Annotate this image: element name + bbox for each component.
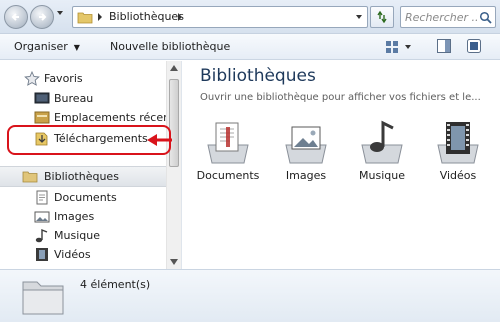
nav-item-music[interactable]: Musique bbox=[0, 226, 168, 245]
back-button[interactable] bbox=[4, 5, 28, 29]
chevron-right-icon[interactable] bbox=[175, 11, 185, 23]
page-subtitle: Ouvrir une bibliothèque pour afficher vo… bbox=[200, 92, 481, 103]
organize-menu[interactable]: Organiser ▼ bbox=[14, 39, 80, 55]
recent-places-icon bbox=[34, 111, 50, 124]
address-field[interactable]: Bibliothèques bbox=[72, 6, 368, 28]
search-input[interactable] bbox=[405, 10, 477, 25]
music-library-icon bbox=[361, 120, 403, 164]
chevron-right-icon[interactable] bbox=[95, 11, 105, 23]
nav-item-music-label: Musique bbox=[54, 229, 100, 242]
new-library-label: Nouvelle bibliothèque bbox=[110, 40, 231, 53]
refresh-icon bbox=[377, 10, 387, 24]
library-tile-videos[interactable]: Vidéos bbox=[424, 119, 492, 185]
library-tile-images-label: Images bbox=[285, 169, 327, 182]
favorites-label: Favoris bbox=[44, 72, 83, 85]
music-icon bbox=[35, 228, 48, 243]
folder-icon bbox=[77, 12, 93, 24]
library-tile-images[interactable]: Images bbox=[272, 119, 340, 185]
command-bar: Organiser ▼ Nouvelle bibliothèque bbox=[0, 34, 500, 60]
search-icon[interactable] bbox=[479, 11, 492, 24]
page-title: Bibliothèques bbox=[200, 66, 316, 86]
content-pane: Bibliothèques Ouvrir une bibliothèque po… bbox=[182, 61, 500, 269]
item-count: 4 élément(s) bbox=[80, 278, 151, 291]
refresh-button[interactable] bbox=[370, 6, 394, 28]
nav-item-desktop-label: Bureau bbox=[54, 92, 94, 105]
scroll-down-icon[interactable] bbox=[170, 259, 178, 265]
library-tile-documents[interactable]: Documents bbox=[194, 119, 262, 185]
library-tile-music-label: Musique bbox=[359, 169, 405, 182]
forward-icon bbox=[39, 13, 47, 21]
desktop-icon bbox=[34, 92, 50, 104]
nav-item-videos[interactable]: Vidéos bbox=[0, 245, 168, 264]
nav-libraries[interactable]: Bibliothèques bbox=[0, 166, 166, 187]
nav-item-videos-label: Vidéos bbox=[54, 248, 91, 261]
chevron-down-icon: ▼ bbox=[73, 43, 80, 52]
details-pane: 4 élément(s) bbox=[0, 269, 500, 322]
library-icon bbox=[22, 171, 38, 183]
view-options-dropdown-icon[interactable] bbox=[404, 43, 412, 51]
image-icon bbox=[34, 211, 50, 223]
image-library-icon bbox=[285, 126, 327, 164]
breadcrumb-libraries[interactable]: Bibliothèques bbox=[109, 10, 184, 23]
preview-pane-icon[interactable] bbox=[436, 38, 452, 54]
library-tile-documents-label: Documents bbox=[196, 169, 260, 182]
nav-item-images[interactable]: Images bbox=[0, 207, 168, 226]
document-library-icon bbox=[207, 122, 249, 164]
star-icon bbox=[24, 71, 40, 86]
nav-favorites[interactable]: Favoris bbox=[0, 69, 168, 88]
search-box[interactable] bbox=[400, 6, 496, 28]
organize-label: Organiser bbox=[14, 40, 68, 53]
help-icon[interactable] bbox=[466, 38, 482, 54]
nav-item-images-label: Images bbox=[54, 210, 95, 223]
libraries-label: Bibliothèques bbox=[44, 170, 119, 183]
back-icon bbox=[11, 13, 19, 21]
document-icon bbox=[36, 190, 48, 205]
library-tile-videos-label: Vidéos bbox=[439, 169, 477, 182]
nav-item-documents[interactable]: Documents bbox=[0, 188, 168, 207]
recent-pages-dropdown[interactable] bbox=[56, 9, 64, 17]
new-library-button[interactable]: Nouvelle bibliothèque bbox=[110, 39, 230, 55]
nav-item-desktop[interactable]: Bureau bbox=[0, 89, 168, 108]
video-library-icon bbox=[437, 122, 479, 164]
navigation-buttons bbox=[4, 5, 58, 29]
nav-pane-scrollbar[interactable] bbox=[166, 61, 181, 269]
scroll-thumb[interactable] bbox=[169, 79, 179, 167]
video-icon bbox=[36, 248, 48, 261]
change-view-icon[interactable] bbox=[384, 39, 400, 55]
library-icon bbox=[22, 281, 64, 315]
library-tile-music[interactable]: Musique bbox=[348, 119, 416, 185]
nav-item-documents-label: Documents bbox=[54, 191, 117, 204]
forward-button[interactable] bbox=[30, 5, 54, 29]
navigation-pane: Favoris Bureau Emplacements récents Télé… bbox=[0, 61, 182, 269]
address-dropdown-icon[interactable] bbox=[355, 13, 363, 21]
annotation-arrow-icon bbox=[147, 134, 172, 146]
address-toolbar: Bibliothèques bbox=[0, 0, 500, 34]
scroll-up-icon[interactable] bbox=[170, 65, 178, 71]
